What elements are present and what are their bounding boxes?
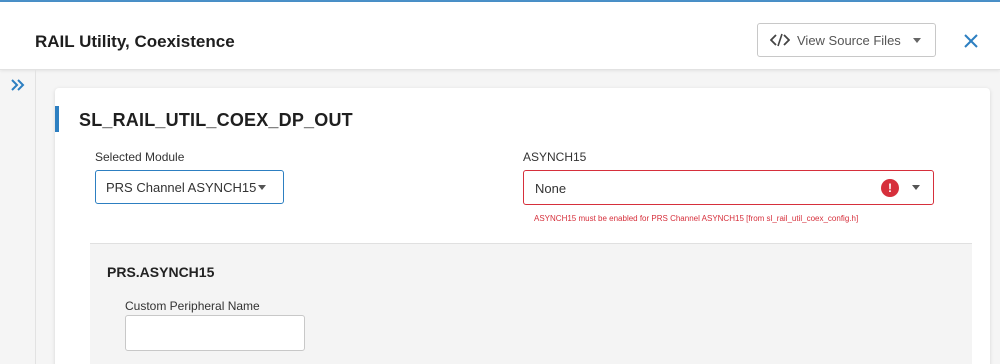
chevron-down-icon [258, 185, 266, 190]
asynch-select[interactable]: None ! [523, 170, 934, 205]
double-chevron-right-icon[interactable] [11, 78, 25, 91]
page-header: RAIL Utility, Coexistence View Source Fi… [0, 2, 1000, 70]
selected-module-value: PRS Channel ASYNCH15 [106, 180, 257, 195]
selected-module-select[interactable]: PRS Channel ASYNCH15 [95, 170, 284, 204]
custom-peripheral-name-label: Custom Peripheral Name [125, 299, 260, 313]
sub-panel-title: PRS.ASYNCH15 [107, 264, 215, 280]
chevron-down-icon [913, 38, 921, 43]
view-source-files-label: View Source Files [797, 32, 901, 48]
card-title: SL_RAIL_UTIL_COEX_DP_OUT [79, 110, 353, 130]
page-title: RAIL Utility, Coexistence [35, 32, 235, 51]
asynch-value: None [535, 181, 567, 196]
chevron-down-icon [912, 185, 920, 190]
view-source-files-button[interactable]: View Source Files [757, 23, 936, 57]
selected-module-label: Selected Module [95, 150, 185, 164]
asynch-label: ASYNCH15 [523, 150, 587, 164]
custom-peripheral-name-input[interactable] [125, 315, 305, 351]
close-icon[interactable] [962, 32, 980, 50]
asynch-error-message: ASYNCH15 must be enabled for PRS Channel… [534, 214, 859, 223]
config-card: SL_RAIL_UTIL_COEX_DP_OUT Selected Module… [55, 88, 990, 364]
card-accent-bar [55, 106, 59, 132]
prs-asynch15-panel: PRS.ASYNCH15 Custom Peripheral Name [90, 243, 972, 364]
error-icon: ! [881, 179, 899, 197]
code-icon [769, 33, 791, 47]
sidebar-divider [35, 70, 36, 364]
